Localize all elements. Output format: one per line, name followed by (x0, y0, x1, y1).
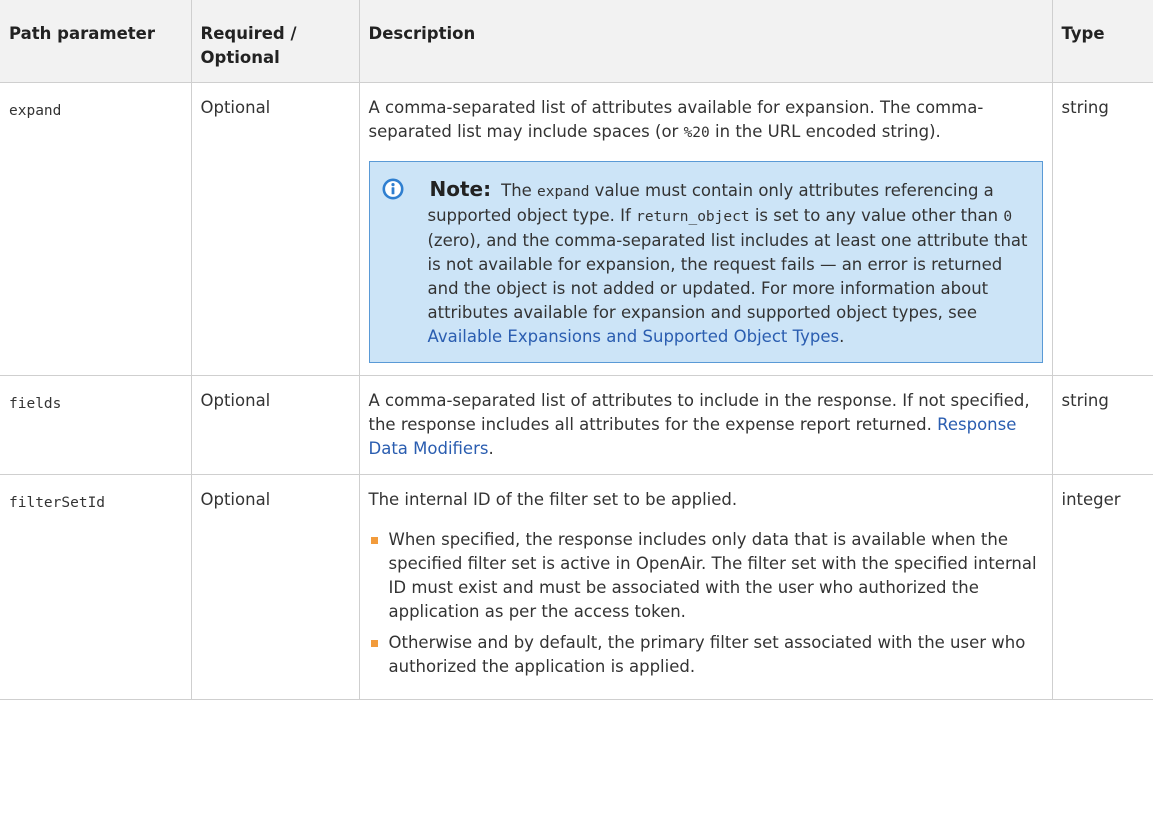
table-row: filterSetId Optional The internal ID of … (0, 474, 1153, 700)
inline-code: %20 (683, 125, 710, 141)
note-label: Note: (429, 177, 492, 201)
inline-code: expand (537, 184, 590, 200)
header-description: Description (358, 0, 1053, 83)
description-text: A comma-separated list of attributes ava… (368, 98, 984, 141)
param-name-cell: filterSetId (0, 474, 192, 700)
param-name: expand (9, 103, 62, 119)
type-cell: integer (1051, 474, 1153, 700)
list-item: Otherwise and by default, the primary fi… (369, 631, 1043, 679)
inline-code: return_object (636, 209, 750, 225)
required-cell: Optional (190, 375, 360, 475)
header-type: Type (1051, 0, 1153, 83)
description-cell: The internal ID of the filter set to be … (358, 474, 1053, 700)
type-cell: string (1051, 375, 1153, 475)
header-required-optional: Required / Optional (190, 0, 360, 83)
info-icon (382, 178, 403, 200)
note-box: Note: The expand value must contain only … (368, 161, 1043, 363)
available-expansions-link[interactable]: Available Expansions and Supported Objec… (428, 327, 840, 346)
description-text: A comma-separated list of attributes to … (368, 391, 1030, 458)
square-bullet-icon (370, 640, 378, 647)
required-cell: Optional (190, 474, 360, 700)
type-cell: string (1051, 82, 1153, 376)
header-path-parameter: Path parameter (0, 0, 192, 83)
inline-code: 0 (1003, 209, 1013, 225)
param-name-cell: fields (0, 375, 192, 475)
table-row: expand Optional A comma-separated list o… (0, 82, 1153, 376)
description-cell: A comma-separated list of attributes ava… (358, 82, 1053, 376)
description-text: The internal ID of the filter set to be … (368, 490, 738, 509)
header-row: Path parameter Required / Optional Descr… (0, 0, 1153, 83)
param-name-cell: expand (0, 82, 192, 376)
bullet-list: When specified, the response includes on… (369, 528, 1043, 679)
description-cell: A comma-separated list of attributes to … (358, 375, 1053, 475)
parameters-table: Path parameter Required / Optional Descr… (0, 0, 1153, 700)
param-name: fields (9, 396, 62, 412)
list-item: When specified, the response includes on… (369, 528, 1043, 624)
square-bullet-icon (370, 537, 378, 544)
table-row: fields Optional A comma-separated list o… (0, 375, 1153, 475)
param-name: filterSetId (9, 495, 106, 511)
required-cell: Optional (190, 82, 360, 376)
